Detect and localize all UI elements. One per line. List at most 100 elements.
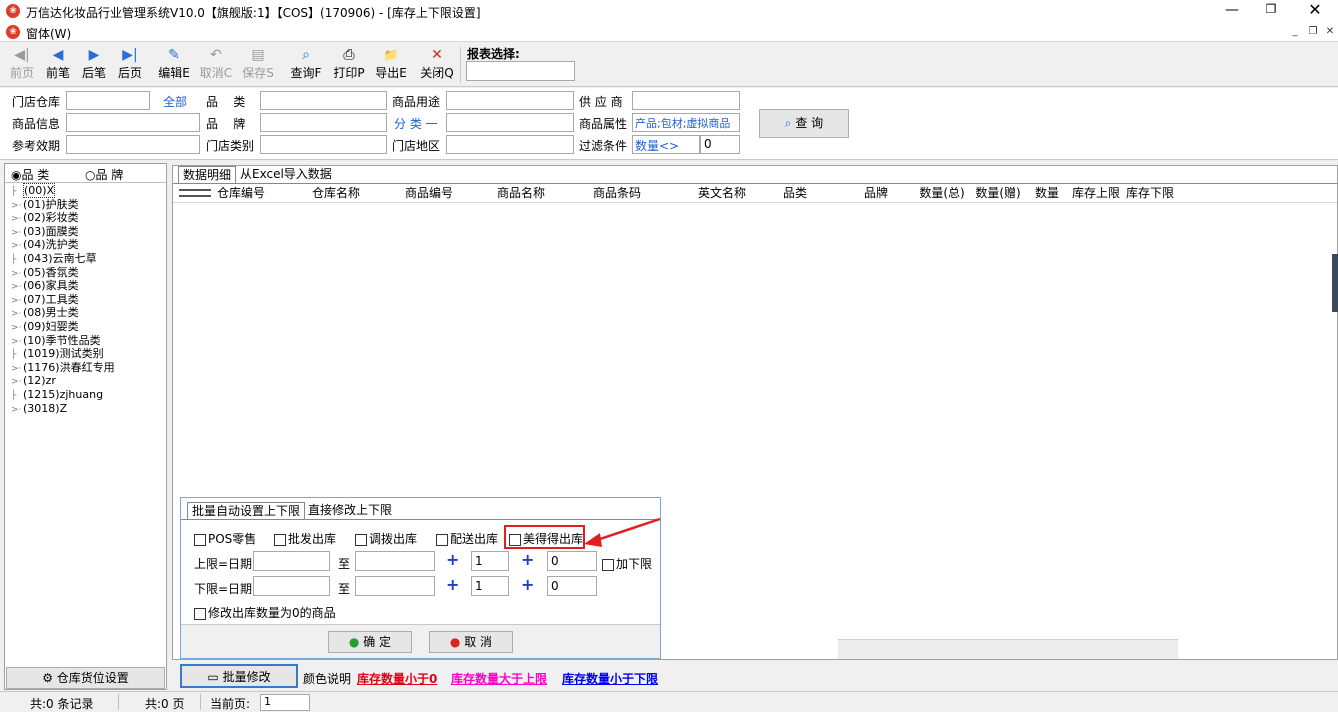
annotation-arrow [584,517,661,547]
report-select-input[interactable] [466,61,575,81]
mdi-minimize-icon[interactable]: _ [1288,26,1302,39]
column-header[interactable]: 品类 [777,184,813,202]
tree-item[interactable]: >· (02)彩妆类 [11,211,79,225]
supplier-input[interactable] [632,91,740,110]
qty-condition-select[interactable]: 数量<> [632,135,700,154]
tree-item-label: (06)家具类 [23,279,79,293]
upper-add-value[interactable]: 0 [547,551,597,571]
column-header[interactable]: 仓库名称 [287,184,385,202]
column-header[interactable]: 商品名称 [473,184,569,202]
column-header[interactable]: 库存下限 [1123,184,1177,202]
checkbox-meidede[interactable]: 美得得出库 [509,530,583,547]
category-input[interactable] [260,91,387,110]
tree-item[interactable]: >· (01)护肤类 [11,198,79,212]
mdi-close-icon[interactable]: ✕ [1323,26,1337,39]
tree-item[interactable]: ├ (1019)测试类别 [11,347,104,361]
attribute-input[interactable]: 产品;包材;虚拟商品 [632,113,740,132]
upper-date-label: 上限=日期 [194,557,253,571]
plus-icon: + [521,550,535,569]
radio-brand[interactable]: ○品 牌 [85,166,123,183]
column-header[interactable]: 数量(赠) [971,184,1025,202]
checkbox-pos-retail[interactable]: POS零售 [194,530,256,547]
checkbox-transfer[interactable]: 调拨出库 [355,530,417,547]
class-input[interactable] [446,113,574,132]
upper-date-to[interactable] [355,551,435,571]
tree-item[interactable]: >· (09)妇婴类 [11,320,79,334]
column-header[interactable]: 商品条码 [569,184,665,202]
store-region-input[interactable] [446,135,574,154]
column-header[interactable]: 数量(总) [913,184,971,202]
tree-item[interactable]: >· (1176)洪春红专用 [11,361,115,375]
product-info-input[interactable] [66,113,200,132]
brand-input[interactable] [260,113,387,132]
cancel-edit-button[interactable]: ↶ 取消C [196,46,236,84]
radio-category[interactable]: ◉品 类 [11,166,49,183]
upper-date-from[interactable] [253,551,330,571]
ref-period-input[interactable] [66,135,200,154]
menu-window[interactable]: 窗体(W) [26,25,71,42]
cancel-button[interactable]: ● 取 消 [429,631,513,653]
tree-item[interactable]: >· (06)家具类 [11,279,79,293]
column-header[interactable]: 英文名称 [667,184,777,202]
tree-item[interactable]: >· (10)季节性品类 [11,334,101,348]
upper-multiplier[interactable]: 1 [471,551,509,571]
tab-data-detail[interactable]: 数据明细 [178,166,237,184]
column-header[interactable]: 库存上限 [1069,184,1123,202]
undo-icon: ↶ [210,47,222,63]
usage-input[interactable] [446,91,574,110]
checkbox-wholesale[interactable]: 批发出库 [274,530,336,547]
tree-item[interactable]: >· (05)香氛类 [11,266,79,280]
restore-icon[interactable]: ❐ [1261,2,1281,20]
minimize-icon[interactable]: — [1222,2,1242,20]
tree-item[interactable]: >· (12)zr [11,374,56,388]
tree-item[interactable]: >· (08)男士类 [11,306,79,320]
mdi-restore-icon[interactable]: ❐ [1306,26,1320,39]
column-header[interactable]: 品牌 [853,184,899,202]
batch-edit-button[interactable]: ▭ 批量修改 [180,664,298,688]
export-button[interactable]: 📁 导出E [371,46,411,84]
tree-item[interactable]: ├ (1215)zjhuang [11,388,103,402]
tab-batch-auto[interactable]: 批量自动设置上下限 [187,502,306,520]
lower-multiplier[interactable]: 1 [471,576,509,596]
expand-icon[interactable]: >· [11,404,23,418]
tree-item[interactable]: >· (04)洗护类 [11,238,79,252]
tab-import-excel[interactable]: 从Excel导入数据 [236,166,336,184]
checkbox-delivery[interactable]: 配送出库 [436,530,498,547]
column-header[interactable]: 商品编号 [385,184,473,202]
edit-button[interactable]: ✎ 编辑E [154,46,194,84]
store-warehouse-input[interactable] [66,91,150,110]
print-button[interactable]: ⎙ 打印P [329,46,369,84]
query-button[interactable]: ⌕ 查询F [286,46,326,84]
tree-item[interactable]: ├ (00)X [11,183,56,198]
qty-condition-value[interactable]: 0 [700,135,740,154]
checkbox-add-lower[interactable]: 加下限 [602,555,652,572]
tree-item[interactable]: ├ (043)云南七草 [11,252,97,266]
query-submit-button[interactable]: ⌕ 查 询 [759,109,849,138]
next-button[interactable]: ▶ 后笔 [74,46,114,84]
lower-add-value[interactable]: 0 [547,576,597,596]
column-header[interactable]: 仓库编号 [213,184,269,202]
ok-button[interactable]: ● 确 定 [328,631,412,653]
first-page-button[interactable]: ◀| 前页 [2,46,42,84]
lower-date-to[interactable] [355,576,435,596]
save-button[interactable]: ▤ 保存S [238,46,278,84]
class-level-link[interactable]: 分 类 一 [394,115,438,132]
grid-menu-icon[interactable] [179,189,211,197]
last-page-button[interactable]: ▶| 后页 [110,46,150,84]
tree-item[interactable]: >· (03)面膜类 [11,225,79,239]
column-header[interactable]: 数量 [1029,184,1065,202]
tree-item[interactable]: >· (3018)Z [11,402,67,416]
close-button[interactable]: ✕ 关闭Q [417,46,457,84]
lower-date-from[interactable] [253,576,330,596]
tree-item[interactable]: >· (07)工具类 [11,293,79,307]
side-scroll-handle[interactable] [1332,254,1338,312]
tree-item-label: (043)云南七草 [23,252,97,265]
current-page-input[interactable]: 1 [260,694,310,711]
all-warehouse-link[interactable]: 全部 [163,93,187,110]
tab-direct-edit[interactable]: 直接修改上下限 [304,502,396,520]
checkbox-zero-qty[interactable]: 修改出库数量为0的商品 [194,604,336,621]
close-window-icon[interactable]: ✕ [1304,0,1326,20]
store-type-input[interactable] [260,135,387,154]
tree-item-label: (12)zr [23,374,56,388]
previous-button[interactable]: ◀ 前笔 [38,46,78,84]
